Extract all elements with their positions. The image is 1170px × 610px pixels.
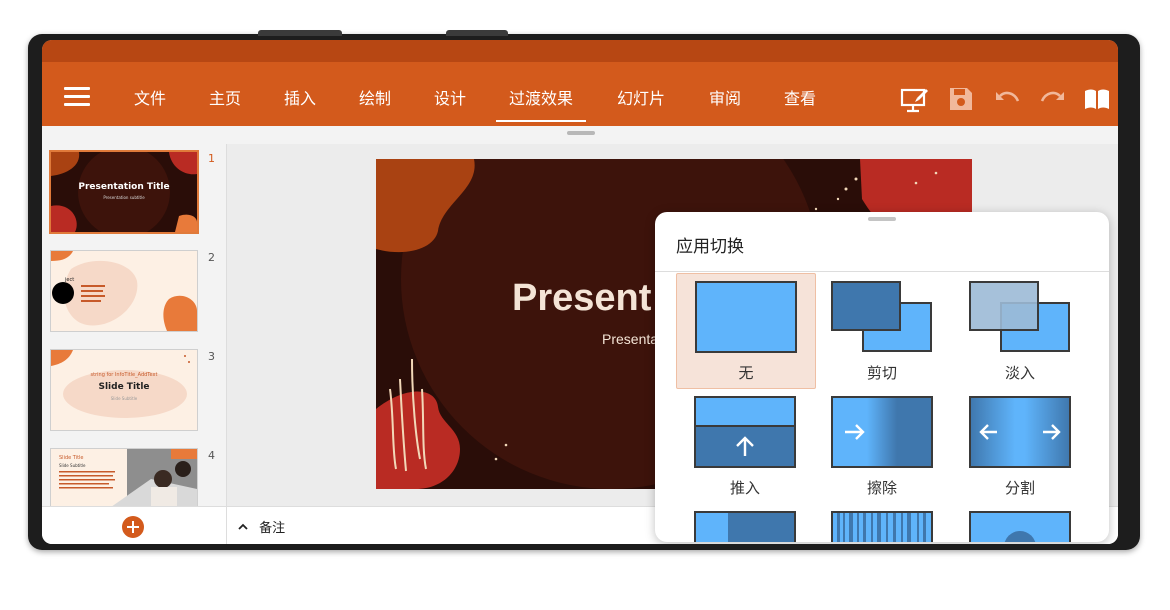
transition-fade-icon — [969, 281, 1070, 352]
transition-panel: 应用切换 无 剪切 淡入 推入 擦除 分割 — [655, 212, 1109, 542]
thumbnail-title: ject — [65, 277, 75, 283]
slide-title[interactable]: Present — [512, 277, 651, 320]
transition-label: 淡入 — [1004, 364, 1035, 382]
tab-draw[interactable]: 绘制 — [356, 80, 394, 118]
transition-label: 剪切 — [866, 364, 897, 382]
transition-cut-icon — [831, 281, 932, 352]
transition-shape-icon — [969, 511, 1071, 542]
reading-view-icon[interactable] — [1082, 84, 1112, 114]
transition-wipe[interactable]: 擦除 — [813, 389, 951, 503]
device-button — [258, 30, 342, 36]
thumbnail-title: Presentation Title — [78, 182, 170, 192]
tab-insert[interactable]: 插入 — [281, 80, 319, 118]
thumbnail-art — [51, 251, 197, 331]
device-button — [446, 30, 508, 36]
transition-label: 擦除 — [866, 479, 897, 497]
thumbnail-title: Slide Title — [59, 455, 84, 461]
slide-number: 4 — [208, 449, 215, 462]
panel-handle[interactable] — [868, 217, 896, 221]
notes-toggle[interactable]: 备注 — [237, 517, 285, 537]
chevron-up-icon — [238, 523, 248, 530]
transition-wipe-icon — [831, 396, 933, 468]
thumbnail-pretitle: string for InfoTitle_AddText — [90, 372, 158, 378]
panel-title: 应用切换 — [676, 237, 744, 257]
add-slide-button[interactable] — [122, 516, 144, 538]
slide-thumbnail-3[interactable]: string for InfoTitle_AddText Slide Title… — [50, 349, 198, 431]
slide-thumbnail-1[interactable]: Presentation Title Presentation subtitle — [49, 150, 199, 234]
slide-number: 3 — [208, 350, 215, 363]
slide-number: 1 — [208, 152, 215, 165]
transition-none-icon — [695, 281, 797, 353]
transition-item[interactable] — [813, 504, 951, 542]
thumbnail-subtitle: Presentation subtitle — [103, 195, 145, 200]
transition-label: 推入 — [729, 479, 760, 497]
transition-label: 分割 — [1004, 479, 1035, 497]
thumbnail-subtitle: Slide Subtitle — [59, 463, 86, 468]
thumbnail-subtitle: Slide Subtitle — [110, 396, 138, 401]
transition-cut[interactable]: 剪切 — [813, 274, 951, 388]
redo-icon[interactable] — [1038, 84, 1068, 114]
transition-random-bars-icon — [831, 511, 933, 542]
ribbon: 文件 主页 插入 绘制 设计 过渡效果 幻灯片 审阅 查看 — [42, 40, 1118, 126]
tab-transitions[interactable]: 过渡效果 — [496, 80, 586, 122]
tab-design[interactable]: 设计 — [431, 80, 469, 118]
status-bar — [42, 40, 1118, 62]
transition-item[interactable] — [676, 504, 814, 542]
slide-subtitle[interactable]: Presenta — [602, 331, 658, 347]
transition-fade[interactable]: 淡入 — [951, 274, 1089, 388]
transition-label: 无 — [738, 364, 754, 382]
tab-file[interactable]: 文件 — [131, 80, 169, 118]
notes-label: 备注 — [259, 521, 286, 536]
ribbon-collapse-bar[interactable] — [42, 126, 1118, 145]
tab-home[interactable]: 主页 — [206, 80, 244, 118]
thumbnail-art — [51, 152, 197, 232]
transition-cover-icon — [694, 511, 796, 542]
tab-view[interactable]: 查看 — [781, 80, 819, 118]
transition-push[interactable]: 推入 — [676, 389, 814, 503]
slide-thumbnail-2[interactable]: ject — [50, 250, 198, 332]
transition-split-icon — [969, 396, 1071, 468]
collapse-handle[interactable] — [567, 131, 595, 135]
hamburger-menu-icon[interactable] — [64, 87, 90, 107]
present-icon[interactable] — [900, 84, 930, 114]
divider — [655, 271, 1109, 272]
tab-slideshow[interactable]: 幻灯片 — [614, 80, 668, 118]
slide-thumbnail-4[interactable]: Slide Title Slide Subtitle — [50, 448, 198, 507]
transition-item[interactable] — [951, 504, 1089, 542]
transition-push-icon — [694, 396, 796, 468]
app-screen: 文件 主页 插入 绘制 设计 过渡效果 幻灯片 审阅 查看 Presentati… — [42, 40, 1118, 544]
thumbnail-title: Slide Title — [98, 382, 150, 392]
divider — [226, 507, 227, 544]
plus-icon — [127, 521, 139, 533]
transition-split[interactable]: 分割 — [951, 389, 1089, 503]
save-icon[interactable] — [946, 84, 976, 114]
transition-none[interactable]: 无 — [676, 273, 816, 389]
slide-thumbnails-pane: Presentation Title Presentation subtitle… — [42, 144, 227, 507]
slide-number: 2 — [208, 251, 215, 264]
tab-review[interactable]: 审阅 — [706, 80, 744, 118]
undo-icon[interactable] — [992, 84, 1022, 114]
